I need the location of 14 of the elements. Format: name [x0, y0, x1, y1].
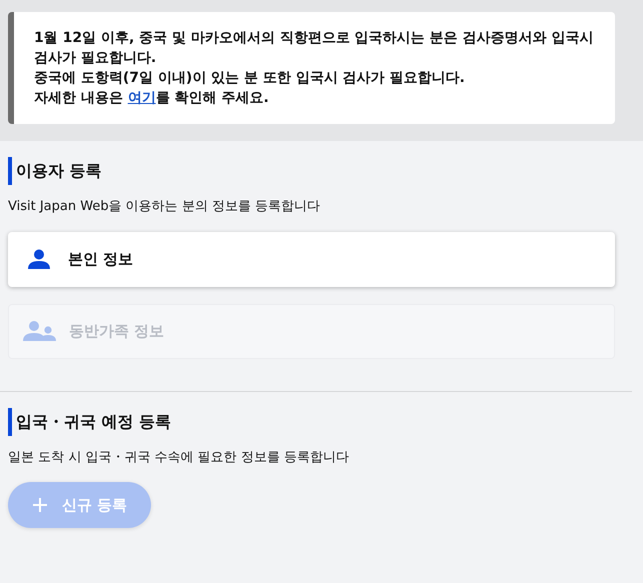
- person-icon: [27, 249, 51, 269]
- info-card[interactable]: 본인 정보: [8, 232, 615, 286]
- notice-text: 1월 12일 이후, 중국 및 마카오에서의 직항편으로 입국하시는 분은 검사증명서와 입국시 검사가 필요합니다.: [34, 29, 594, 68]
- heading-bar: [8, 157, 12, 185]
- heading-bar: [8, 408, 12, 436]
- section-description: 일본 도착 시 입국・귀국 수속에 필요한 정보를 등록합니다: [8, 448, 350, 466]
- notice-text: 자세한 내용은 여기를 확인해 주세요.: [34, 89, 270, 108]
- detail-link[interactable]: 여기: [128, 90, 156, 106]
- section-title: 이용자 등록: [16, 160, 102, 182]
- section-title: 입국・귀국 예정 등록: [16, 410, 172, 432]
- notice-text: 중국에 도항력(7일 이내)이 있는 분 또한 입국시 검사가 필요합니다.: [34, 69, 466, 88]
- people-icon: [23, 321, 57, 341]
- section-description: Visit Japan Web을 이용하는 분의 정보를 등록합니다: [8, 198, 322, 216]
- plus-icon: [32, 497, 48, 513]
